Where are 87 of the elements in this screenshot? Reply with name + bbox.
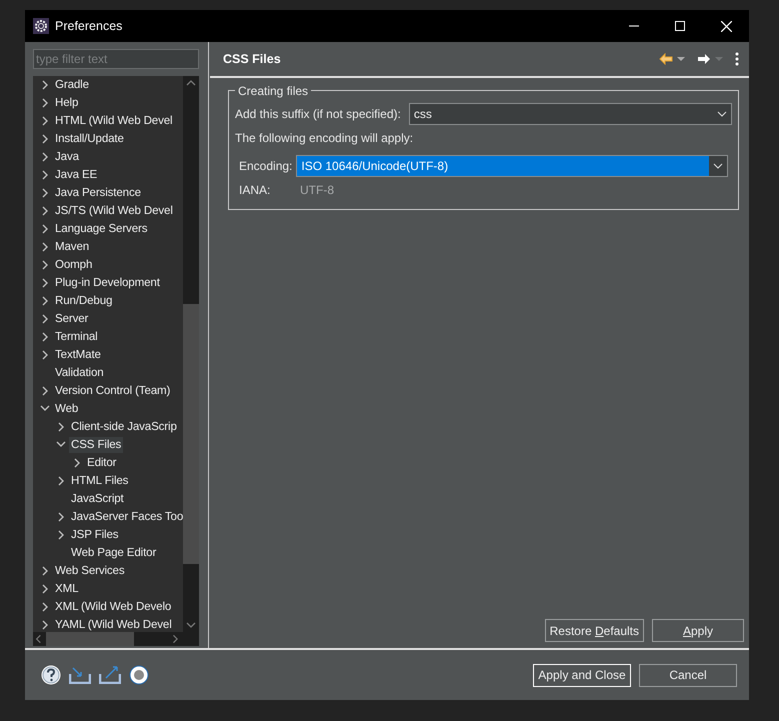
collapse-chevron-icon[interactable] (40, 584, 50, 594)
collapse-chevron-icon[interactable] (40, 134, 50, 144)
tree-item[interactable]: Java Persistence (53, 185, 143, 201)
dropdown-caret-icon (715, 56, 723, 62)
maximize-icon (675, 21, 685, 31)
tree-item[interactable]: YAML (Wild Web Devel (53, 617, 174, 632)
collapse-chevron-icon[interactable] (40, 566, 50, 576)
tree-item[interactable]: Run/Debug (53, 293, 114, 309)
tree-item[interactable]: CSS Files (69, 437, 124, 453)
dropdown-chevron-icon (717, 111, 727, 117)
tree-item[interactable]: Plug-in Development (53, 275, 162, 291)
collapse-chevron-icon[interactable] (72, 458, 82, 468)
collapse-chevron-icon[interactable] (40, 242, 50, 252)
tree-item[interactable]: Install/Update (53, 131, 126, 147)
tree-item[interactable]: HTML Files (69, 473, 130, 489)
tree-item[interactable]: TextMate (53, 347, 103, 363)
record-icon[interactable] (129, 665, 149, 685)
window-title: Preferences (55, 18, 122, 35)
tree-item[interactable]: Web (53, 401, 80, 417)
tree-item[interactable]: Client-side JavaScrip (69, 419, 179, 435)
help-icon[interactable] (41, 665, 61, 685)
collapse-chevron-icon[interactable] (56, 422, 66, 432)
dialog-button[interactable]: Apply and Close (533, 664, 631, 686)
tree-item[interactable]: HTML (Wild Web Devel (53, 113, 174, 129)
dropdown-caret-icon[interactable] (677, 56, 685, 62)
collapse-chevron-icon[interactable] (40, 314, 50, 324)
tree-item[interactable]: Gradle (53, 77, 91, 93)
tree-item[interactable]: Java EE (53, 167, 100, 183)
scrollbar-thumb[interactable] (46, 632, 134, 646)
collapse-chevron-icon[interactable] (40, 80, 50, 90)
tree-item[interactable]: Web Services (53, 563, 127, 579)
tree-item[interactable]: XML (53, 581, 80, 597)
tree-item[interactable]: Server (53, 311, 90, 327)
suffix-combo[interactable]: css (408, 103, 732, 125)
collapse-chevron-icon[interactable] (56, 476, 66, 486)
import-icon[interactable] (69, 666, 91, 684)
collapse-chevron-icon[interactable] (40, 170, 50, 180)
back-arrow-icon[interactable] (659, 53, 673, 65)
collapse-chevron-icon[interactable] (56, 512, 66, 522)
tree-item[interactable]: Version Control (Team) (53, 383, 172, 399)
collapse-chevron-icon[interactable] (40, 296, 50, 306)
encoding-combo[interactable]: ISO 10646/Unicode(UTF-8) (296, 155, 728, 177)
field-value: UTF-8 (300, 182, 334, 199)
collapse-chevron-icon[interactable] (40, 602, 50, 612)
tree-item[interactable]: Maven (53, 239, 92, 255)
encoding-note: The following encoding will apply: (235, 130, 414, 147)
tree-item[interactable]: Editor (85, 455, 118, 471)
collapse-chevron-icon[interactable] (40, 98, 50, 108)
collapse-chevron-icon[interactable] (40, 350, 50, 360)
tree-item[interactable]: Java (53, 149, 81, 165)
collapse-chevron-icon[interactable] (40, 278, 50, 288)
collapse-chevron-icon[interactable] (40, 260, 50, 270)
collapse-chevron-icon[interactable] (40, 332, 50, 342)
page-title: CSS Files (223, 50, 281, 68)
tree-item[interactable]: Web Page Editor (69, 545, 158, 561)
tree-item[interactable]: JavaServer Faces Too (69, 509, 183, 525)
page-button[interactable]: Apply (652, 619, 744, 642)
field-label: IANA: (239, 182, 272, 199)
scrollbar-thumb[interactable] (183, 304, 199, 564)
tree-item[interactable]: JS/TS (Wild Web Devel (53, 203, 175, 219)
collapse-chevron-icon[interactable] (56, 530, 66, 540)
tree-item[interactable]: XML (Wild Web Develo (53, 599, 174, 615)
collapse-chevron-icon[interactable] (40, 224, 50, 234)
forward-arrow-icon[interactable] (697, 53, 711, 65)
field-label: Encoding: (239, 158, 292, 175)
tree-item[interactable]: JavaScript (69, 491, 126, 507)
close-icon (720, 20, 732, 32)
collapse-chevron-icon[interactable] (40, 188, 50, 198)
collapse-chevron-icon[interactable] (40, 152, 50, 162)
tree-item[interactable]: Terminal (53, 329, 100, 345)
more-icon[interactable] (735, 52, 739, 66)
tree-item[interactable]: Help (53, 95, 80, 111)
filter-field[interactable]: type filter text (33, 49, 199, 69)
tree-item[interactable]: Oomph (53, 257, 94, 273)
dropdown-chevron-icon (713, 163, 723, 169)
collapse-chevron-icon[interactable] (40, 386, 50, 396)
page-button[interactable]: Restore Defaults (544, 619, 644, 642)
dialog-button[interactable]: Cancel (639, 664, 737, 686)
field-label: Add this suffix (if not specified): (235, 106, 401, 123)
tree-item[interactable]: Language Servers (53, 221, 150, 237)
collapse-chevron-icon[interactable] (40, 620, 50, 630)
collapse-chevron-icon[interactable] (40, 116, 50, 126)
collapse-chevron-icon[interactable] (40, 206, 50, 216)
tree-item[interactable]: JSP Files (69, 527, 120, 543)
app-icon (33, 18, 49, 34)
export-icon[interactable] (99, 666, 121, 684)
tree-item[interactable]: Validation (53, 365, 106, 381)
